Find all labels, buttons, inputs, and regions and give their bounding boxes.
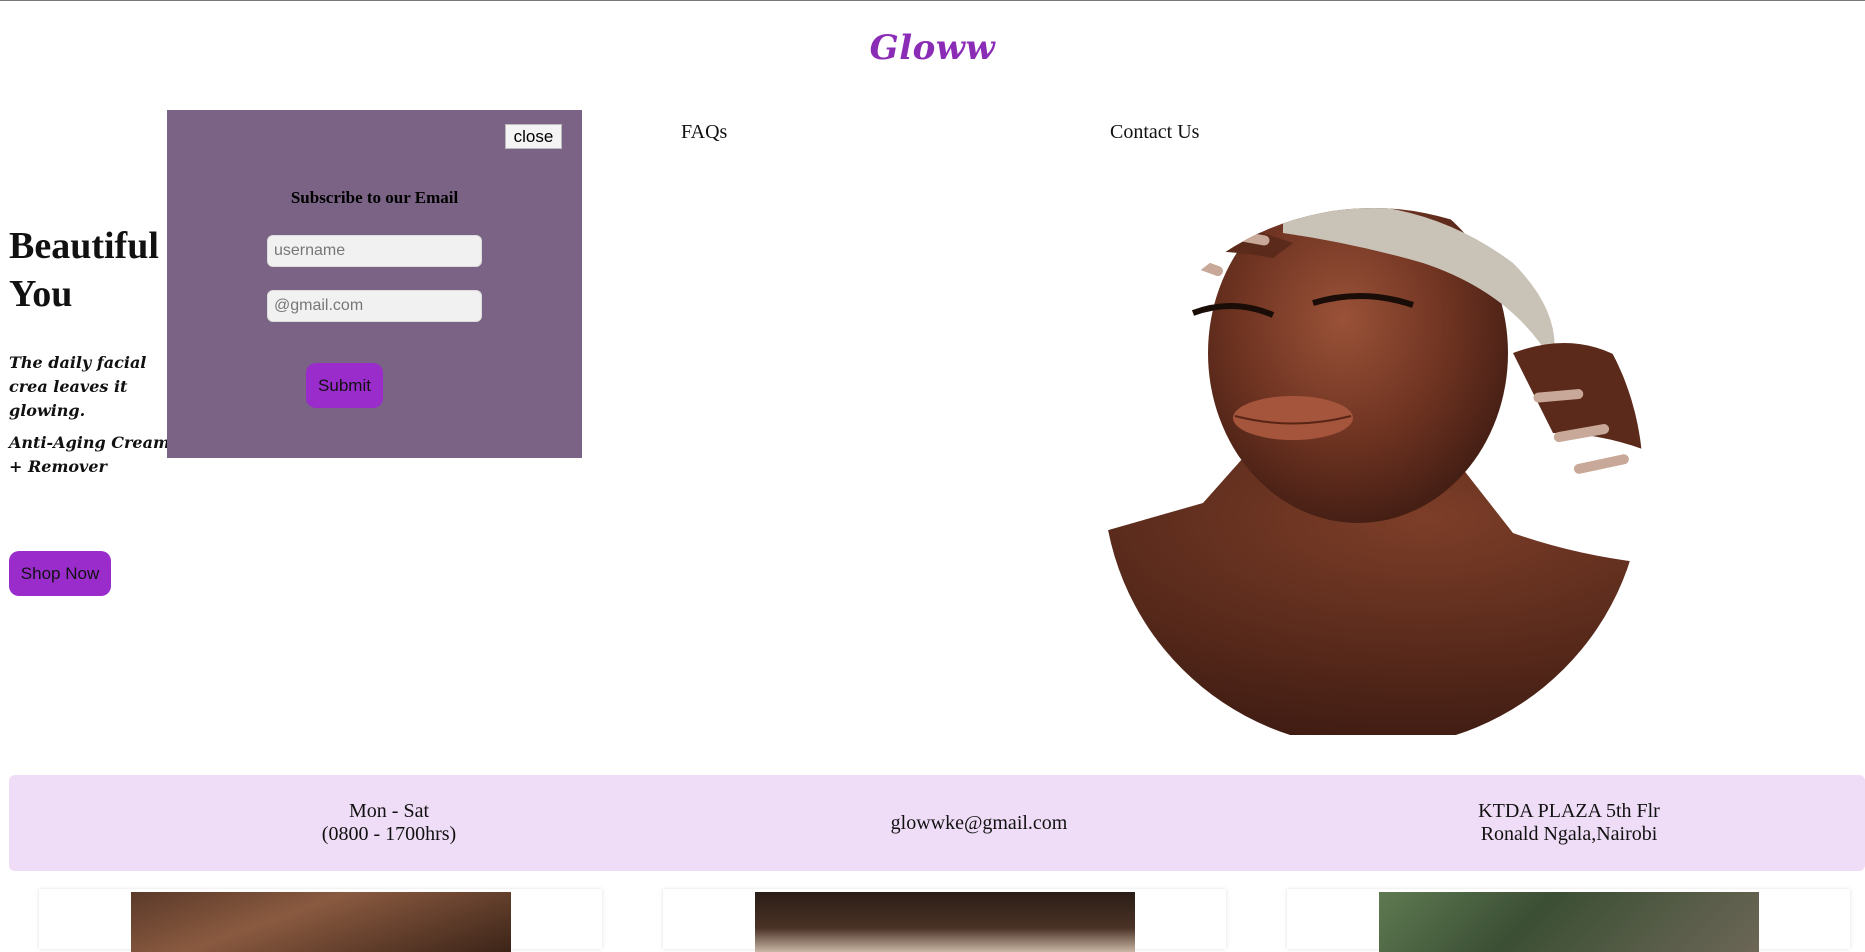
product-image xyxy=(755,892,1135,952)
shop-now-button[interactable]: Shop Now xyxy=(9,551,111,596)
hero-title: Beautiful You xyxy=(9,225,159,315)
hero-subtitle: The daily facial crea leaves it glowing. xyxy=(9,353,147,420)
username-input[interactable] xyxy=(267,235,482,267)
brand-logo[interactable]: Gloww xyxy=(0,28,1865,68)
contact-email: glowwke@gmail.com xyxy=(829,775,1129,871)
email-input[interactable] xyxy=(267,290,482,322)
submit-button[interactable]: Submit xyxy=(306,363,383,408)
address: KTDA PLAZA 5th Flr Ronald Ngala,Nairobi xyxy=(1419,775,1719,871)
hours-days: Mon - Sat xyxy=(349,800,429,822)
modal-close-button[interactable]: close xyxy=(505,124,562,149)
nav-contact-link[interactable]: Contact Us xyxy=(1110,121,1199,144)
product-card[interactable] xyxy=(1287,889,1850,952)
address-line-2: Ronald Ngala,Nairobi xyxy=(1480,823,1658,845)
hours-times: (0800 - 1700hrs) xyxy=(321,823,457,845)
contact-email-text[interactable]: glowwke@gmail.com xyxy=(891,812,1068,835)
portrait-circle-image xyxy=(1103,208,1643,735)
product-image xyxy=(131,892,511,952)
business-hours: Mon - Sat (0800 - 1700hrs) xyxy=(239,775,539,871)
hero-product-text: Anti-Aging Cream + Remover xyxy=(9,433,170,476)
product-card[interactable] xyxy=(663,889,1226,952)
address-line-1: KTDA PLAZA 5th Flr xyxy=(1478,800,1660,822)
info-band: Mon - Sat (0800 - 1700hrs) glowwke@gmail… xyxy=(9,775,1865,871)
product-card[interactable] xyxy=(39,889,602,952)
hero-portrait-image xyxy=(953,203,1865,735)
subscribe-modal: close Subscribe to our Email Submit xyxy=(167,110,582,458)
modal-title: Subscribe to our Email xyxy=(290,188,459,207)
top-divider xyxy=(0,0,1865,1)
nav-faqs-link[interactable]: FAQs xyxy=(681,121,727,144)
product-image xyxy=(1379,892,1759,952)
